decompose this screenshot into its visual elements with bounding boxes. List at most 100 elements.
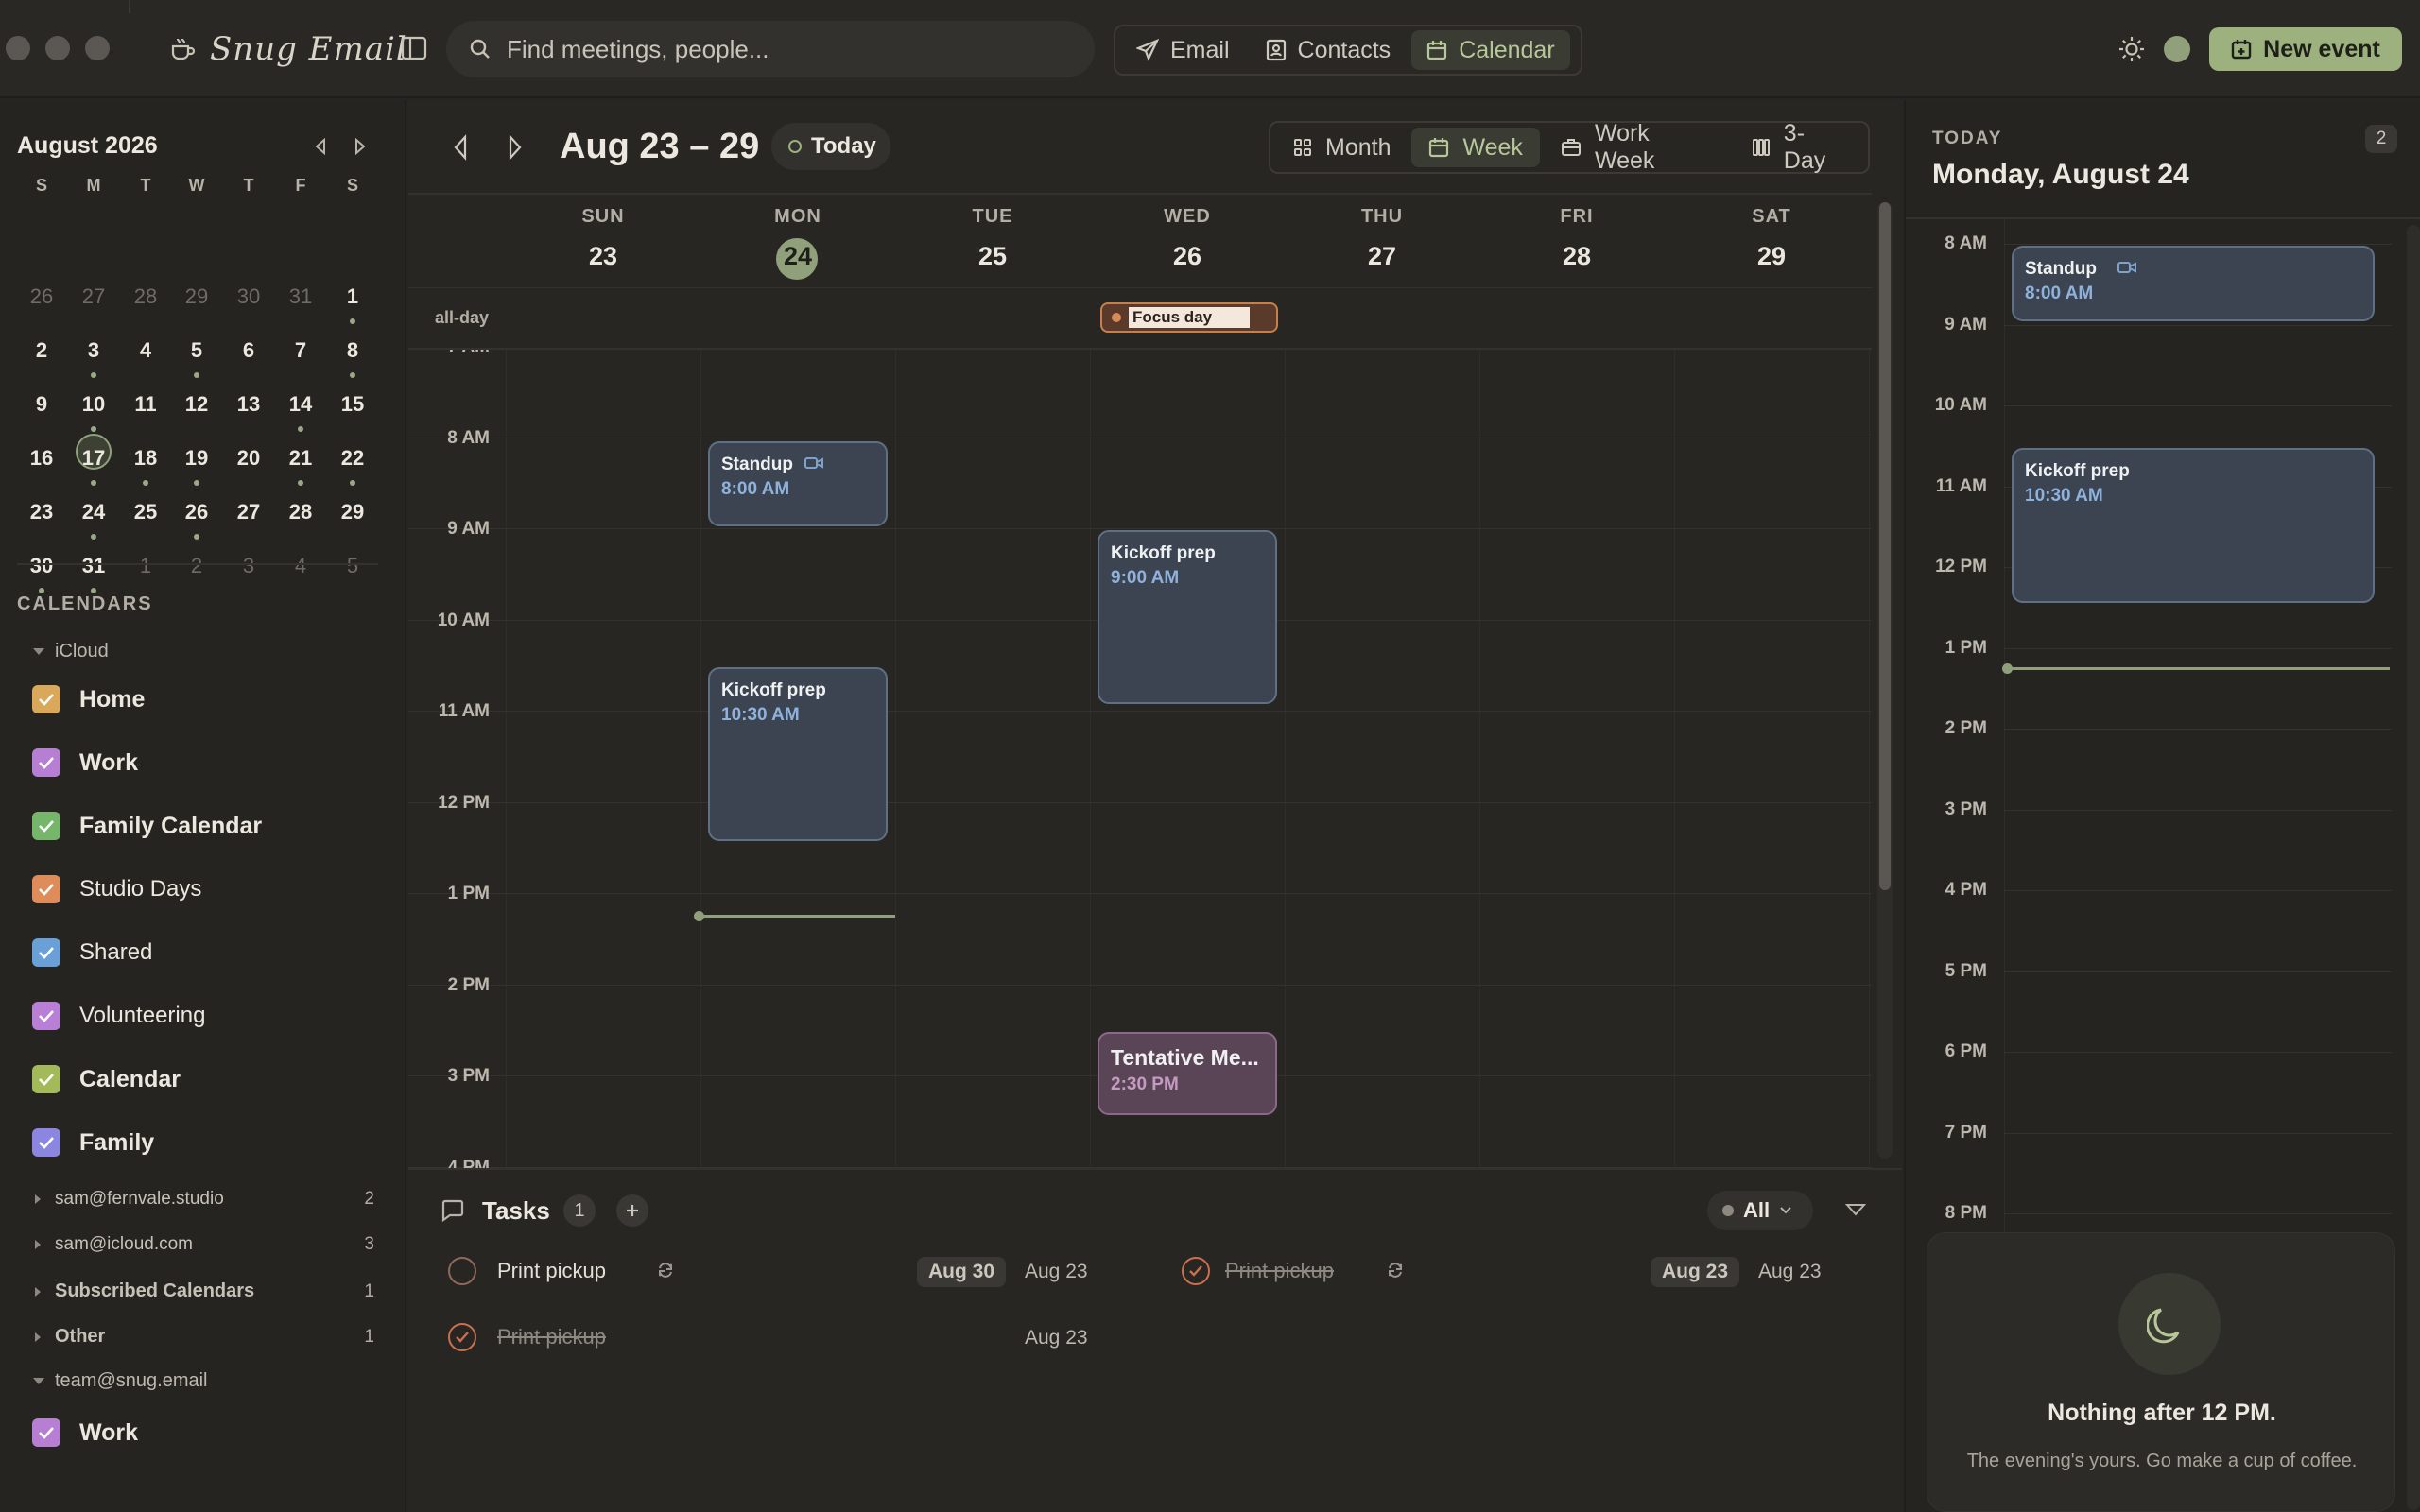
mini-day[interactable]: 14: [282, 392, 320, 417]
calendar-event[interactable]: Standup 8:00 AM: [708, 440, 888, 526]
day-number[interactable]: 27: [1285, 242, 1479, 271]
calendar-item[interactable]: Studio Days: [32, 870, 201, 908]
calendar-checkbox[interactable]: [32, 938, 60, 967]
task-title[interactable]: Print pickup: [497, 1325, 606, 1349]
calendar-checkbox[interactable]: [32, 1002, 60, 1030]
mini-day[interactable]: 5: [178, 338, 216, 363]
calendar-checkbox[interactable]: [32, 875, 60, 903]
mini-day[interactable]: 12: [178, 392, 216, 417]
mini-day[interactable]: 9: [23, 392, 60, 417]
mini-prev-month-icon[interactable]: [314, 138, 327, 155]
mini-day[interactable]: 30: [230, 284, 268, 309]
mini-day[interactable]: 20: [230, 446, 268, 471]
mini-day[interactable]: 15: [334, 392, 372, 417]
mini-day[interactable]: 3: [230, 554, 268, 578]
task-filter-dropdown[interactable]: All: [1707, 1191, 1813, 1230]
sidebar-toggle-icon[interactable]: [401, 36, 427, 60]
day-number[interactable]: 26: [1090, 242, 1285, 271]
calendar-checkbox[interactable]: [32, 1065, 60, 1093]
calendar-item[interactable]: Shared: [32, 934, 152, 971]
mini-day[interactable]: 19: [178, 446, 216, 471]
mini-day[interactable]: 31: [75, 554, 112, 578]
tab-contacts[interactable]: Contacts: [1251, 30, 1407, 70]
mini-day[interactable]: 11: [127, 392, 164, 417]
mini-day[interactable]: 6: [230, 338, 268, 363]
mini-day[interactable]: 18: [127, 446, 164, 471]
mini-day[interactable]: 29: [178, 284, 216, 309]
window-minimize-button[interactable]: [45, 36, 70, 60]
calendar-checkbox[interactable]: [32, 1418, 60, 1447]
calendar-event[interactable]: Kickoff prep 9:00 AM: [1098, 530, 1277, 704]
collapse-tasks-icon[interactable]: [1845, 1202, 1866, 1217]
mini-day[interactable]: 1: [334, 284, 372, 309]
mini-day[interactable]: 1: [127, 554, 164, 578]
mini-day[interactable]: 4: [282, 554, 320, 578]
mini-day[interactable]: 13: [230, 392, 268, 417]
calendar-event[interactable]: Kickoff prep 10:30 AM: [708, 666, 888, 841]
mini-day[interactable]: 21: [282, 446, 320, 471]
window-close-button[interactable]: [6, 36, 30, 60]
scrollbar-thumb[interactable]: [1879, 202, 1891, 890]
mini-day[interactable]: 3: [75, 338, 112, 363]
mini-day[interactable]: 29: [334, 500, 372, 524]
today-button[interactable]: Today: [771, 123, 890, 170]
view-week[interactable]: Week: [1411, 128, 1540, 167]
mini-day[interactable]: 2: [178, 554, 216, 578]
task-checkbox[interactable]: [448, 1257, 476, 1285]
team-group-header[interactable]: team@snug.email: [32, 1370, 207, 1392]
calendar-event[interactable]: Tentative Me... 2:30 PM: [1098, 1031, 1277, 1115]
add-task-button[interactable]: [616, 1194, 648, 1227]
next-week-icon[interactable]: [507, 134, 524, 161]
mini-day[interactable]: 5: [334, 554, 372, 578]
account-group[interactable]: sam@fernvale.studio 2: [34, 1189, 374, 1210]
calendar-item[interactable]: Family: [32, 1124, 154, 1161]
calendar-checkbox[interactable]: [32, 812, 60, 840]
mini-day[interactable]: 28: [282, 500, 320, 524]
icloud-group-header[interactable]: iCloud: [32, 641, 109, 662]
view-work-week[interactable]: Work Week: [1544, 120, 1731, 174]
mini-day[interactable]: 2: [23, 338, 60, 363]
tab-email[interactable]: Email: [1121, 30, 1245, 70]
mini-next-month-icon[interactable]: [354, 138, 367, 155]
tab-calendar[interactable]: Calendar: [1411, 30, 1570, 70]
mini-day[interactable]: 27: [230, 500, 268, 524]
day-number[interactable]: 24: [700, 242, 895, 271]
account-group[interactable]: Other 1: [34, 1326, 374, 1348]
agenda-scrollbar[interactable]: [2407, 225, 2420, 1510]
calendar-checkbox[interactable]: [32, 1128, 60, 1157]
task-checkbox-checked[interactable]: [448, 1323, 476, 1351]
mini-day[interactable]: 27: [75, 284, 112, 309]
mini-day[interactable]: 28: [127, 284, 164, 309]
all-day-event[interactable]: Focus day: [1100, 302, 1278, 333]
calendar-item[interactable]: Volunteering: [32, 997, 205, 1035]
mini-day[interactable]: 10: [75, 392, 112, 417]
view-month[interactable]: Month: [1276, 128, 1408, 167]
mini-day[interactable]: 26: [178, 500, 216, 524]
day-number[interactable]: 29: [1674, 242, 1869, 271]
agenda-event[interactable]: Standup 8:00 AM: [2012, 246, 2375, 321]
mini-day[interactable]: 17: [75, 446, 112, 471]
mini-day[interactable]: 7: [282, 338, 320, 363]
day-number[interactable]: 28: [1479, 242, 1674, 271]
task-checkbox-checked[interactable]: [1182, 1257, 1210, 1285]
task-title[interactable]: Print pickup: [497, 1259, 606, 1283]
calendar-item[interactable]: Work: [32, 1414, 138, 1452]
calendar-item[interactable]: Family Calendar: [32, 807, 262, 845]
calendar-checkbox[interactable]: [32, 748, 60, 777]
mini-day[interactable]: 24: [75, 500, 112, 524]
mini-day[interactable]: 23: [23, 500, 60, 524]
account-group[interactable]: Subscribed Calendars 1: [34, 1280, 374, 1302]
mini-day[interactable]: 4: [127, 338, 164, 363]
mini-day[interactable]: 31: [282, 284, 320, 309]
view-3-day[interactable]: 3-Day: [1735, 120, 1862, 174]
task-title[interactable]: Print pickup: [1225, 1259, 1334, 1283]
mini-day[interactable]: 8: [334, 338, 372, 363]
sun-icon[interactable]: [2118, 35, 2146, 63]
mini-day[interactable]: 30: [23, 554, 60, 578]
mini-day[interactable]: 26: [23, 284, 60, 309]
status-dot[interactable]: [2164, 36, 2190, 62]
mini-day[interactable]: 16: [23, 446, 60, 471]
day-number[interactable]: 25: [895, 242, 1090, 271]
new-event-button[interactable]: New event: [2209, 27, 2402, 71]
day-number[interactable]: 23: [506, 242, 700, 271]
